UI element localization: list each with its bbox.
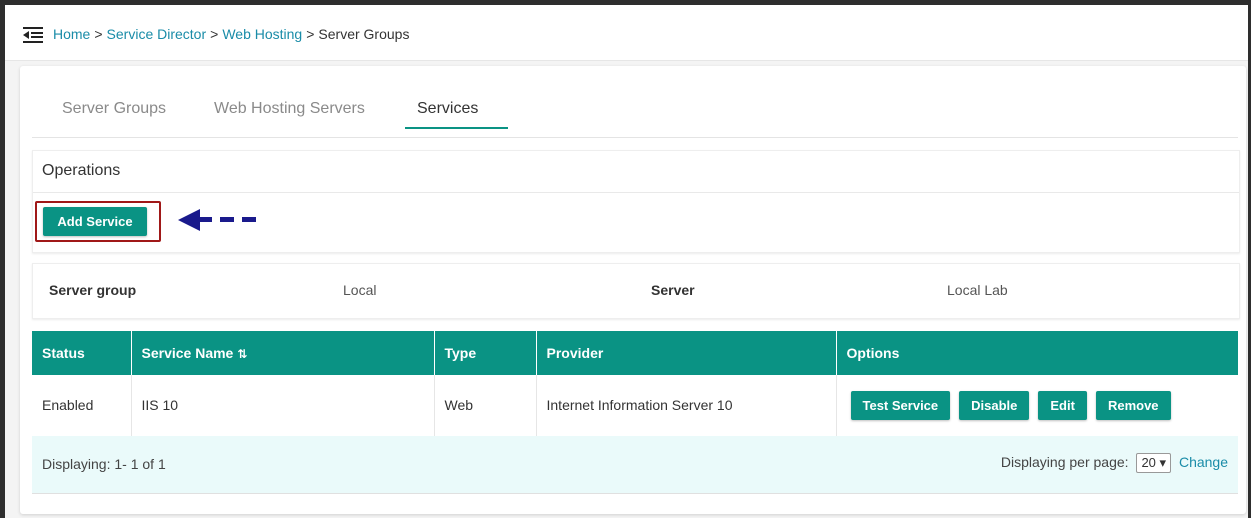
cell-options: Test Service Disable Edit Remove: [836, 375, 1238, 437]
column-header-type: Type: [434, 331, 537, 375]
chevron-down-icon: ▾: [1159, 455, 1167, 470]
server-value: Local Lab: [947, 282, 1008, 298]
test-service-button[interactable]: Test Service: [850, 390, 951, 420]
add-service-button[interactable]: Add Service: [43, 207, 147, 236]
active-tab-indicator: [405, 127, 508, 129]
cell-type: Web: [434, 375, 537, 437]
menu-collapse-icon[interactable]: [23, 27, 43, 43]
cell-service-name: IIS 10: [131, 375, 435, 437]
table-header-row: Status Service Name ⇅ Type Provider Optio…: [32, 331, 1238, 375]
top-bar: Home > Service Director > Web Hosting > Server…: [5, 5, 1248, 61]
table-row: Enabled IIS 10 Web Internet Information …: [32, 375, 1238, 437]
per-page-control: Displaying per page: 20 ▾ Change: [1001, 453, 1228, 473]
change-link[interactable]: Change: [1179, 454, 1228, 470]
column-header-service-name[interactable]: Service Name ⇅: [131, 331, 435, 375]
server-info-panel: Server group Local Server Local Lab: [32, 263, 1240, 319]
breadcrumb-separator: >: [210, 26, 219, 42]
column-header-status-label: Status: [42, 345, 85, 361]
tab-bar: Server Groups Web Hosting Servers Servic…: [32, 66, 1238, 138]
column-header-service-name-label: Service Name: [141, 345, 234, 361]
breadcrumb-separator: >: [94, 26, 103, 42]
column-header-options: Options: [836, 331, 1238, 375]
server-group-label: Server group: [49, 282, 137, 298]
server-label: Server: [651, 282, 695, 298]
arrow-left-icon: [178, 209, 256, 231]
tab-services[interactable]: Services: [417, 100, 478, 118]
breadcrumb-home-link[interactable]: Home: [53, 26, 90, 42]
disable-button[interactable]: Disable: [959, 390, 1030, 420]
per-page-label: Displaying per page:: [1000, 454, 1129, 470]
operations-panel: Operations Add Service: [32, 150, 1240, 253]
column-header-status: Status: [32, 331, 132, 375]
column-header-provider: Provider: [536, 331, 837, 375]
breadcrumb-separator: >: [306, 26, 315, 42]
operations-divider: [33, 192, 1239, 193]
per-page-select[interactable]: 20 ▾: [1136, 453, 1172, 473]
breadcrumb-current: Server Groups: [318, 26, 410, 42]
sort-icon[interactable]: ⇅: [237, 347, 247, 361]
breadcrumb-web-hosting-link[interactable]: Web Hosting: [222, 26, 302, 42]
tab-server-groups[interactable]: Server Groups: [62, 100, 166, 118]
pagination-summary: Displaying: 1- 1 of 1: [42, 456, 166, 472]
column-header-type-label: Type: [444, 345, 477, 361]
remove-button[interactable]: Remove: [1095, 390, 1171, 420]
breadcrumb: Home > Service Director > Web Hosting > Server…: [53, 26, 409, 42]
column-header-provider-label: Provider: [546, 345, 604, 361]
operations-title: Operations: [42, 162, 121, 179]
table-footer: Displaying: 1- 1 of 1 Displaying per pag…: [32, 436, 1238, 494]
column-header-options-label: Options: [846, 345, 900, 361]
edit-button[interactable]: Edit: [1038, 390, 1087, 420]
main-card: Server Groups Web Hosting Servers Servic…: [20, 66, 1246, 514]
cell-status: Enabled: [32, 375, 132, 437]
tab-web-hosting-servers[interactable]: Web Hosting Servers: [214, 100, 365, 118]
server-group-value: Local: [343, 282, 377, 298]
per-page-value: 20: [1141, 455, 1156, 470]
breadcrumb-service-director-link[interactable]: Service Director: [107, 26, 207, 42]
cell-provider: Internet Information Server 10: [536, 375, 837, 437]
